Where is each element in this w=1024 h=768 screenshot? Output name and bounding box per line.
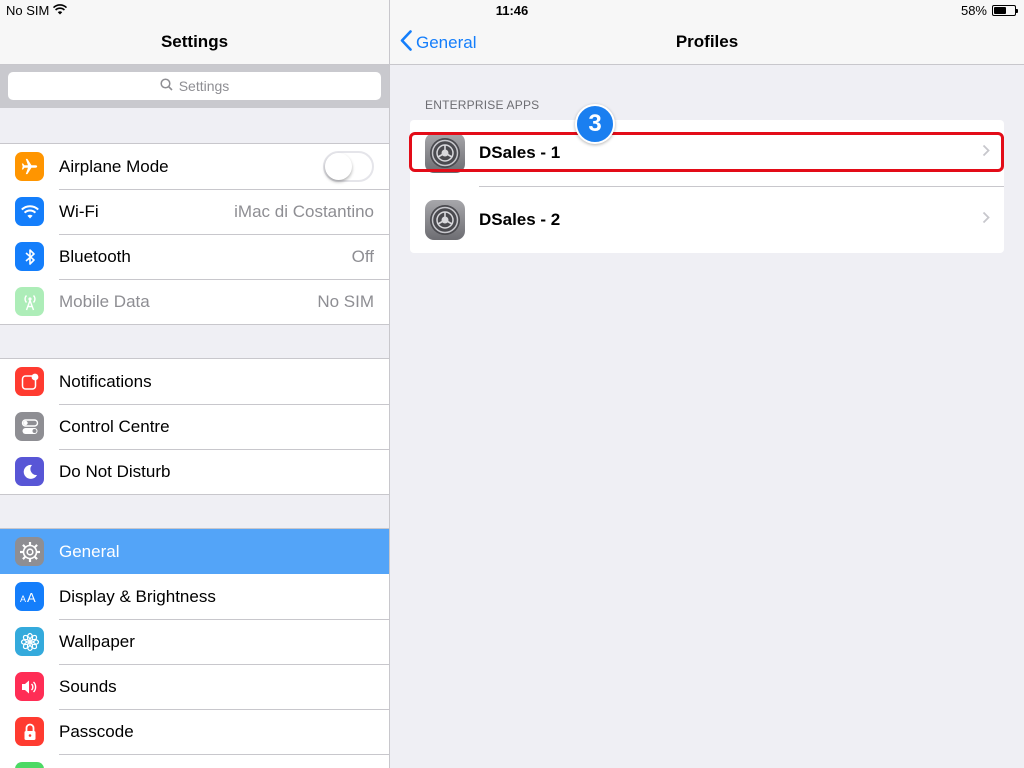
settings-row-general[interactable]: General <box>0 529 389 574</box>
row-label: Wi-Fi <box>59 201 99 221</box>
gear-icon <box>15 537 44 566</box>
svg-text:A: A <box>20 594 26 604</box>
battery-icon <box>992 5 1018 16</box>
chevron-right-icon <box>982 211 990 229</box>
row-label: Control Centre <box>59 416 170 436</box>
settings-row-display-brightness[interactable]: AA Display & Brightness <box>0 574 389 619</box>
settings-group-general: General AA Display & Brightness Wallpape… <box>0 528 389 768</box>
settings-row-wallpaper[interactable]: Wallpaper <box>0 619 389 664</box>
settings-gear-icon <box>425 200 465 240</box>
row-label: Bluetooth <box>59 246 131 266</box>
row-value: iMac di Costantino <box>234 201 374 221</box>
row-value: Off <box>351 246 374 266</box>
settings-row-passcode[interactable]: Passcode <box>0 709 389 754</box>
wallpaper-icon <box>15 627 44 656</box>
search-placeholder: Settings <box>178 78 230 94</box>
status-bar: No SIM 11:46 58% <box>0 0 1024 22</box>
speaker-icon <box>15 672 44 701</box>
clock: 11:46 <box>495 3 529 18</box>
row-label: Notifications <box>59 371 152 391</box>
battery-level-fill <box>994 7 1006 14</box>
settings-group-connectivity: Airplane Mode Wi-Fi iMac di Costantino B… <box>0 143 389 325</box>
row-label: Airplane Mode <box>59 156 169 176</box>
status-right: 58% <box>960 3 1018 18</box>
settings-row-notifications[interactable]: Notifications <box>0 359 389 404</box>
settings-row-airplane-mode[interactable]: Airplane Mode <box>0 144 389 189</box>
settings-row-control-centre[interactable]: Control Centre <box>0 404 389 449</box>
airplane-icon <box>15 152 44 181</box>
settings-row-sounds[interactable]: Sounds <box>0 664 389 709</box>
display-brightness-icon: AA <box>15 582 44 611</box>
step-number-badge: 3 <box>575 104 615 144</box>
row-label: Wallpaper <box>59 631 135 651</box>
notifications-icon <box>15 367 44 396</box>
profile-label: DSales - 2 <box>479 210 561 229</box>
partial-row-icon <box>15 762 44 768</box>
lock-icon <box>15 717 44 746</box>
settings-row-do-not-disturb[interactable]: Do Not Disturb <box>0 449 389 494</box>
settings-row-bluetooth[interactable]: Bluetooth Off <box>0 234 389 279</box>
profiles-detail-pane: General Profiles ENTERPRISE APPS DSales … <box>390 0 1024 768</box>
airplane-mode-toggle[interactable] <box>323 151 374 182</box>
antenna-icon <box>15 287 44 316</box>
row-label: General <box>59 541 120 561</box>
moon-icon <box>15 457 44 486</box>
page-title: Profiles <box>675 32 739 51</box>
settings-row-mobile-data[interactable]: Mobile Data No SIM <box>0 279 389 324</box>
row-label: Passcode <box>59 721 134 741</box>
bluetooth-icon <box>15 242 44 271</box>
row-label: Display & Brightness <box>59 586 216 606</box>
section-header: ENTERPRISE APPS <box>425 98 540 112</box>
row-label: Sounds <box>59 676 117 696</box>
row-label: Mobile Data <box>59 291 150 311</box>
search-icon <box>160 78 173 94</box>
battery-percent: 58% <box>960 3 987 18</box>
settings-group-notifications: Notifications Control Centre Do Not Dist… <box>0 358 389 495</box>
master-title: Settings <box>160 32 229 51</box>
wifi-icon <box>15 197 44 226</box>
search-input[interactable]: Settings <box>8 72 381 100</box>
svg-text:A: A <box>27 590 36 604</box>
search-bar: Settings <box>0 65 389 108</box>
settings-master-pane: Settings Settings Airplane Mode Wi-Fi iM… <box>0 0 389 768</box>
profile-row-dsales-2[interactable]: DSales - 2 <box>410 187 1004 253</box>
step-highlight-box <box>409 132 1004 172</box>
control-centre-icon <box>15 412 44 441</box>
settings-row-wifi[interactable]: Wi-Fi iMac di Costantino <box>0 189 389 234</box>
settings-row-next[interactable] <box>0 754 389 768</box>
toggle-knob <box>325 153 352 180</box>
row-value: No SIM <box>317 291 374 311</box>
row-label: Do Not Disturb <box>59 461 171 481</box>
